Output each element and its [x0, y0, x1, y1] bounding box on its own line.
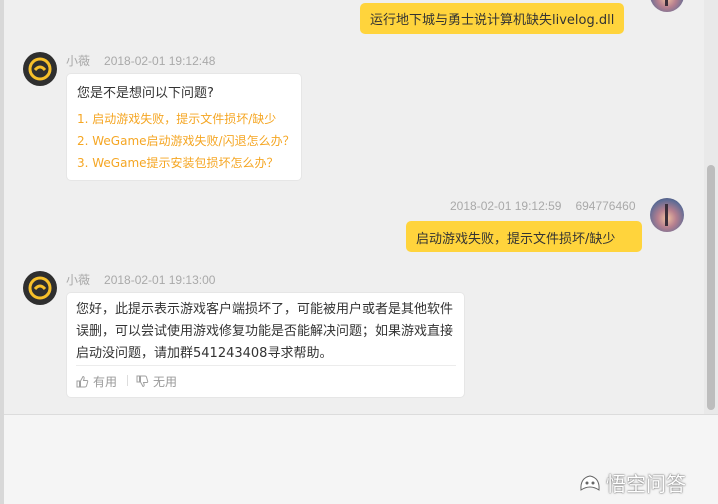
scrollbar-thumb[interactable]: [707, 165, 715, 410]
user-avatar-top[interactable]: [650, 0, 684, 12]
watermark-text: 悟空问答: [606, 472, 686, 496]
bot-avatar[interactable]: [23, 52, 57, 86]
bot-name: 小薇: [66, 273, 91, 287]
thumbs-down-icon: [136, 375, 149, 388]
user-message-bubble-top: 运行地下城与勇士说计算机缺失livelog.dll: [360, 3, 625, 34]
bot-answer-bubble: 您好，此提示表示游戏客户端损坏了，可能被用户或者是其他软件误删，可以尝试使用游戏…: [66, 292, 465, 398]
chat-history[interactable]: 运行地下城与勇士说计算机缺失livelog.dll 小薇 2018-02-01 1…: [4, 0, 704, 414]
useful-button[interactable]: 有用: [76, 373, 117, 390]
message-timestamp: 2018-02-01 19:12:48: [104, 54, 216, 68]
bot-suggestion-bubble: 您是不是想问以下问题? 1. 启动游戏失败，提示文件损坏/缺少 2. WeGam…: [66, 73, 302, 181]
user-avatar[interactable]: [650, 198, 684, 232]
user-message-text: 启动游戏失败，提示文件损坏/缺少: [416, 232, 616, 247]
wukong-logo-icon: [578, 472, 602, 494]
suggestion-link-3[interactable]: 3. WeGame提示安装包损坏怎么办？: [77, 154, 279, 171]
watermark: 悟空问答: [578, 468, 686, 497]
bot-avatar[interactable]: [23, 271, 57, 305]
wegame-logo-icon: [28, 276, 52, 300]
wegame-logo-icon: [28, 57, 52, 81]
bot-message-meta: 小薇 2018-02-01 19:13:00: [66, 271, 215, 288]
user-id: 694776460: [575, 199, 636, 213]
user-message-meta: 2018-02-01 19:12:59 694776460: [450, 199, 636, 213]
suggestion-title: 您是不是想问以下问题?: [77, 86, 214, 101]
suggestion-link-1[interactable]: 1. 启动游戏失败，提示文件损坏/缺少: [77, 110, 276, 127]
useless-label: 无用: [153, 375, 178, 389]
feedback-separator: [127, 375, 128, 386]
message-timestamp: 2018-02-01 19:12:59: [450, 199, 562, 213]
bot-name: 小薇: [66, 54, 91, 68]
bot-message-meta: 小薇 2018-02-01 19:12:48: [66, 52, 215, 69]
useless-button[interactable]: 无用: [136, 373, 177, 390]
answer-divider: [76, 365, 456, 366]
chat-scrollbar[interactable]: [704, 0, 718, 414]
suggestion-link-2[interactable]: 2. WeGame启动游戏失败/闪退怎么办？: [77, 132, 295, 149]
user-message-text: 运行地下城与勇士说计算机缺失livelog.dll: [370, 13, 615, 28]
thumbs-up-icon: [76, 375, 89, 388]
user-message-bubble: 启动游戏失败，提示文件损坏/缺少: [406, 221, 642, 252]
message-timestamp: 2018-02-01 19:13:00: [104, 273, 216, 287]
useful-label: 有用: [93, 375, 118, 389]
answer-text: 您好，此提示表示游戏客户端损坏了，可能被用户或者是其他软件误删，可以尝试使用游戏…: [76, 302, 454, 361]
